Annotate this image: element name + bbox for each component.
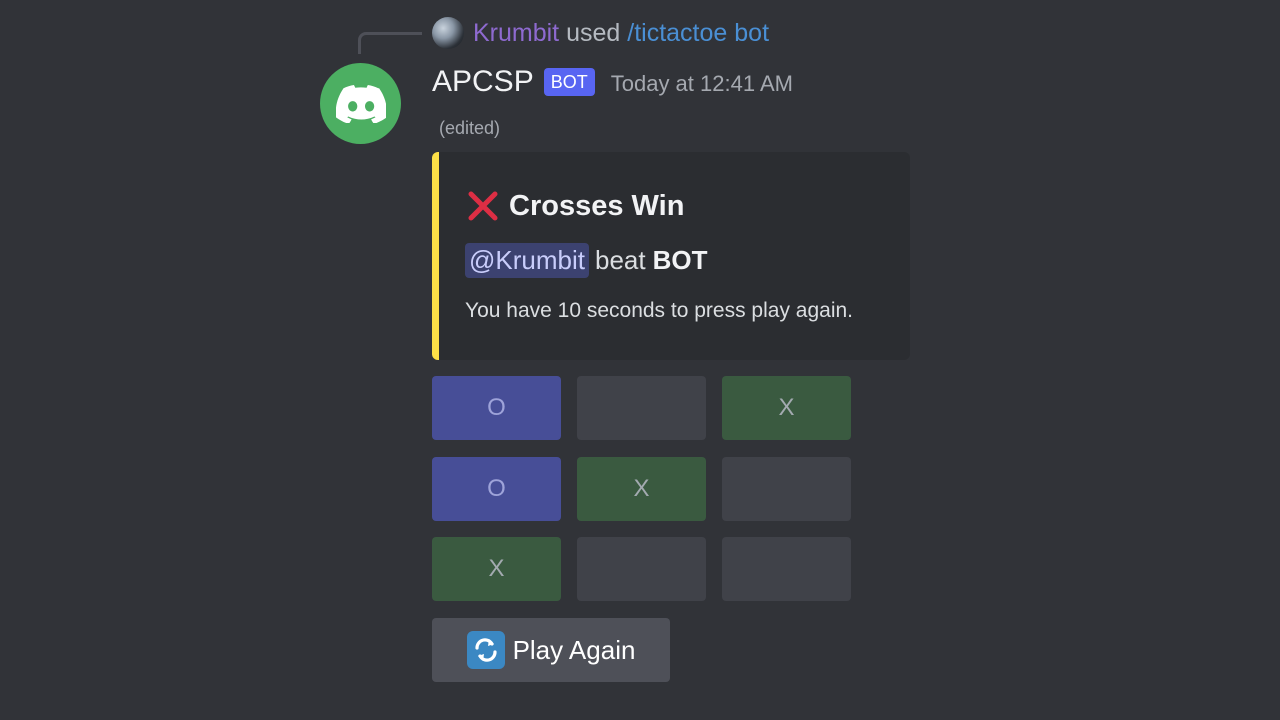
board-cell-r1c1[interactable]: O xyxy=(432,376,561,440)
board-cell-r2c3[interactable] xyxy=(722,457,851,521)
beat-text: beat xyxy=(594,245,646,275)
embed-description: You have 10 seconds to press play again. xyxy=(465,299,853,322)
loser-name: BOT xyxy=(652,245,708,275)
interaction-reference: Krumbit used /tictactoe bot xyxy=(473,16,769,50)
result-embed: Crosses Win @Krumbit beat BOT You have 1… xyxy=(432,152,910,360)
interaction-username[interactable]: Krumbit xyxy=(473,19,559,47)
bot-username[interactable]: APCSP xyxy=(432,65,534,99)
interaction-user-avatar[interactable] xyxy=(432,17,464,49)
reply-spine xyxy=(358,32,422,54)
board-cell-r3c3[interactable] xyxy=(722,537,851,601)
play-again-button[interactable]: Play Again xyxy=(432,618,670,682)
chat-message: Krumbit used /tictactoe bot APCSP BOT To… xyxy=(0,0,1280,720)
user-mention[interactable]: @Krumbit xyxy=(465,243,589,278)
discord-logo-icon xyxy=(335,84,386,123)
play-again-label: Play Again xyxy=(512,634,636,665)
interaction-command[interactable]: /tictactoe bot xyxy=(627,19,769,47)
repeat-arrows-icon xyxy=(466,631,505,669)
board-cell-r3c2[interactable] xyxy=(577,537,706,601)
embed-title: Crosses Win xyxy=(465,188,684,224)
bot-tag-badge: BOT xyxy=(543,68,595,96)
board-cell-r2c1[interactable]: O xyxy=(432,457,561,521)
embed-title-text: Crosses Win xyxy=(509,189,685,222)
interaction-used-text: used xyxy=(566,19,621,47)
red-cross-mark-icon xyxy=(468,191,498,221)
message-header: APCSP BOT Today at 12:41 AM xyxy=(432,62,793,102)
bot-avatar[interactable] xyxy=(320,63,401,144)
edited-label: (edited) xyxy=(439,118,501,138)
board-cell-r1c3[interactable]: X xyxy=(722,376,851,440)
board-cell-r3c1[interactable]: X xyxy=(432,537,561,601)
embed-result-line: @Krumbit beat BOT xyxy=(465,243,707,278)
board-cell-r1c2[interactable] xyxy=(577,376,706,440)
message-timestamp[interactable]: Today at 12:41 AM xyxy=(611,71,793,97)
board-cell-r2c2[interactable]: X xyxy=(577,457,706,521)
